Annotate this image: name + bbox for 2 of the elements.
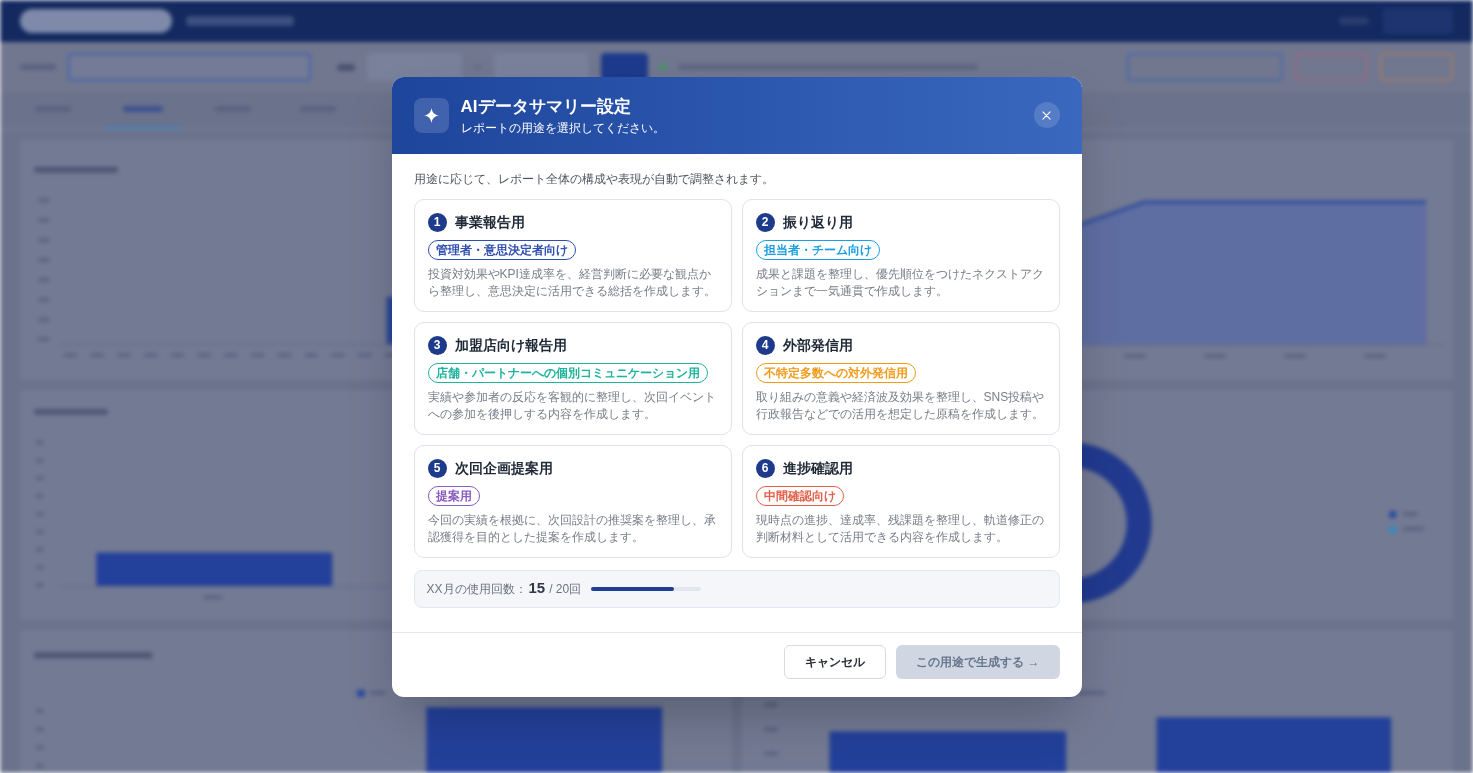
dialog-title: AIデータサマリー設定 xyxy=(460,95,632,118)
dialog-subtitle: レポートの用途を選択してください。 xyxy=(460,119,666,136)
